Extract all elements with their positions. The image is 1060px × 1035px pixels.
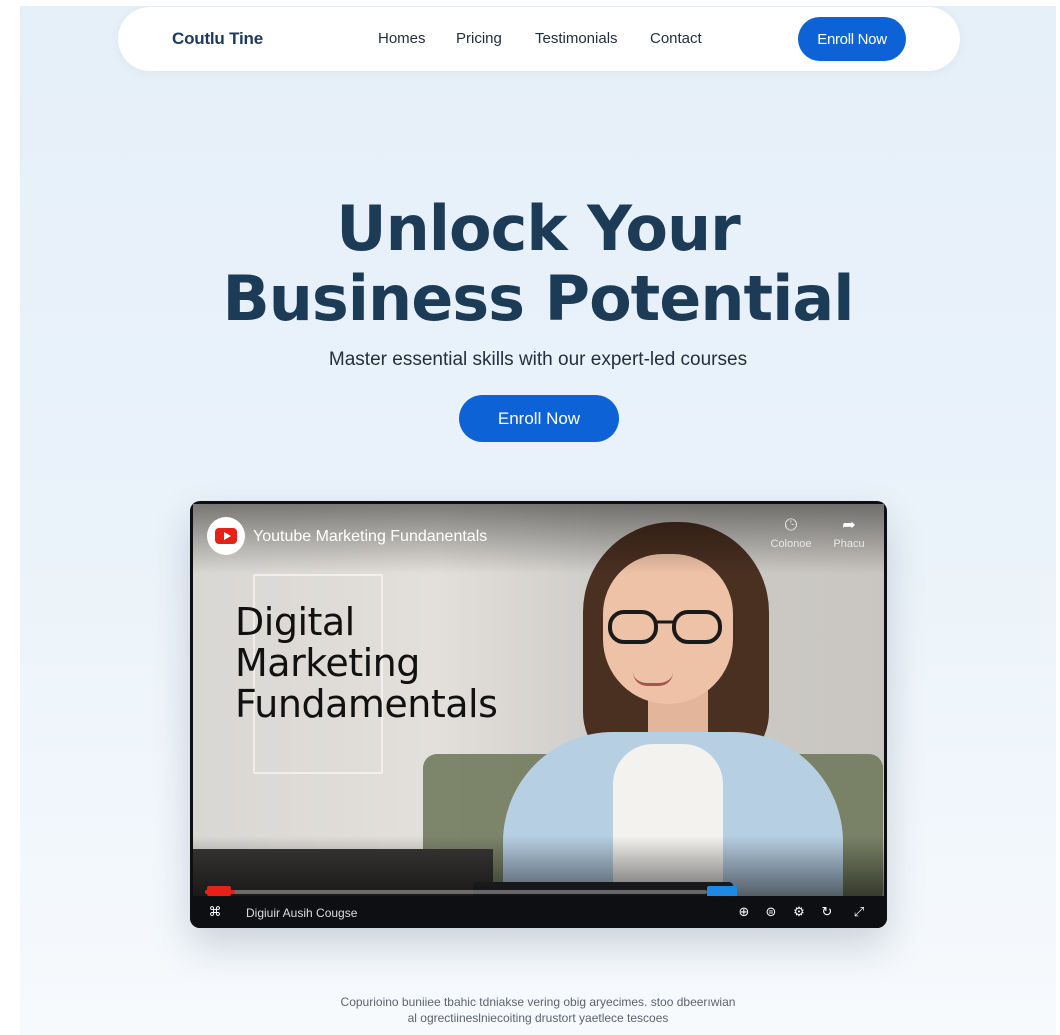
bottom-gradient [193, 836, 884, 896]
footer-line-2: al ogrectiineslniecoiting drustort yaetl… [407, 1011, 669, 1025]
nav-link-pricing[interactable]: Pricing [456, 30, 502, 47]
nav-link-contact[interactable]: Contact [650, 30, 702, 47]
gear-icon[interactable]: ⚙ [790, 904, 808, 920]
hero-title: Unlock Your Business Potential [20, 194, 1056, 334]
chapter-marker [207, 886, 231, 896]
youtube-logo-icon[interactable] [207, 517, 245, 555]
player-caption-text: Digiuir Ausih Cougse [246, 906, 358, 920]
clock-icon: 🕒︎ [784, 517, 798, 534]
watch-later-button[interactable]: 🕒︎ Colonoe [767, 516, 815, 550]
watch-later-label: Colonoe [770, 538, 812, 550]
zoom-icon[interactable]: ⊕ [735, 904, 753, 920]
hero-title-line-2: Business Potential [222, 262, 855, 335]
video-player[interactable]: Digital Marketing Fundamentals Youtube M… [190, 501, 887, 928]
overlay-line-1: Digital [235, 600, 355, 644]
page-background: Coutlu Tine Homes Pricing Testimonials C… [20, 6, 1056, 1035]
nav-link-testimonials[interactable]: Testimonials [535, 30, 618, 47]
nav-link-homes[interactable]: Homes [378, 30, 426, 47]
player-controls: ⌘ Digiuir Ausih Cougse ⊕ ⊜ ⚙ ↻ ⤢ [190, 898, 887, 928]
top-navbar: Coutlu Tine Homes Pricing Testimonials C… [118, 7, 960, 71]
overlay-line-2: Marketing [235, 641, 420, 685]
rotate-icon[interactable]: ↻ [818, 904, 836, 920]
video-frame[interactable]: Digital Marketing Fundamentals Youtube M… [193, 504, 884, 896]
video-overlay-title: Digital Marketing Fundamentals [235, 600, 498, 726]
site-logo[interactable]: Coutlu Tine [172, 29, 263, 49]
share-arrow-icon: ➦ [842, 517, 856, 534]
nav-enroll-button[interactable]: Enroll Now [798, 17, 906, 61]
footer-line-1: Copurioino buniiee tbahic tdniakse verin… [340, 995, 736, 1009]
hero-subtitle: Master essential skills with our expert-… [328, 349, 748, 370]
hero-title-line-1: Unlock Your [336, 192, 740, 265]
progress-bar[interactable] [205, 890, 707, 894]
fullscreen-icon[interactable]: ⤢ [850, 904, 868, 920]
overlay-line-3: Fundamentals [235, 682, 498, 726]
share-label: Phacu [833, 538, 865, 550]
quality-badge [707, 886, 737, 896]
share-button[interactable]: ➦ Phacu [825, 516, 873, 550]
footer-description: Copurioino buniiee tbahic tdniakse verin… [20, 994, 1056, 1026]
video-title[interactable]: Youtube Marketing Fundanentals [253, 528, 487, 546]
miniplayer-icon[interactable]: ⌘ [206, 904, 224, 920]
presenter-glasses [608, 610, 722, 644]
hero-enroll-button[interactable]: Enroll Now [459, 395, 619, 442]
captions-icon[interactable]: ⊜ [762, 904, 780, 920]
